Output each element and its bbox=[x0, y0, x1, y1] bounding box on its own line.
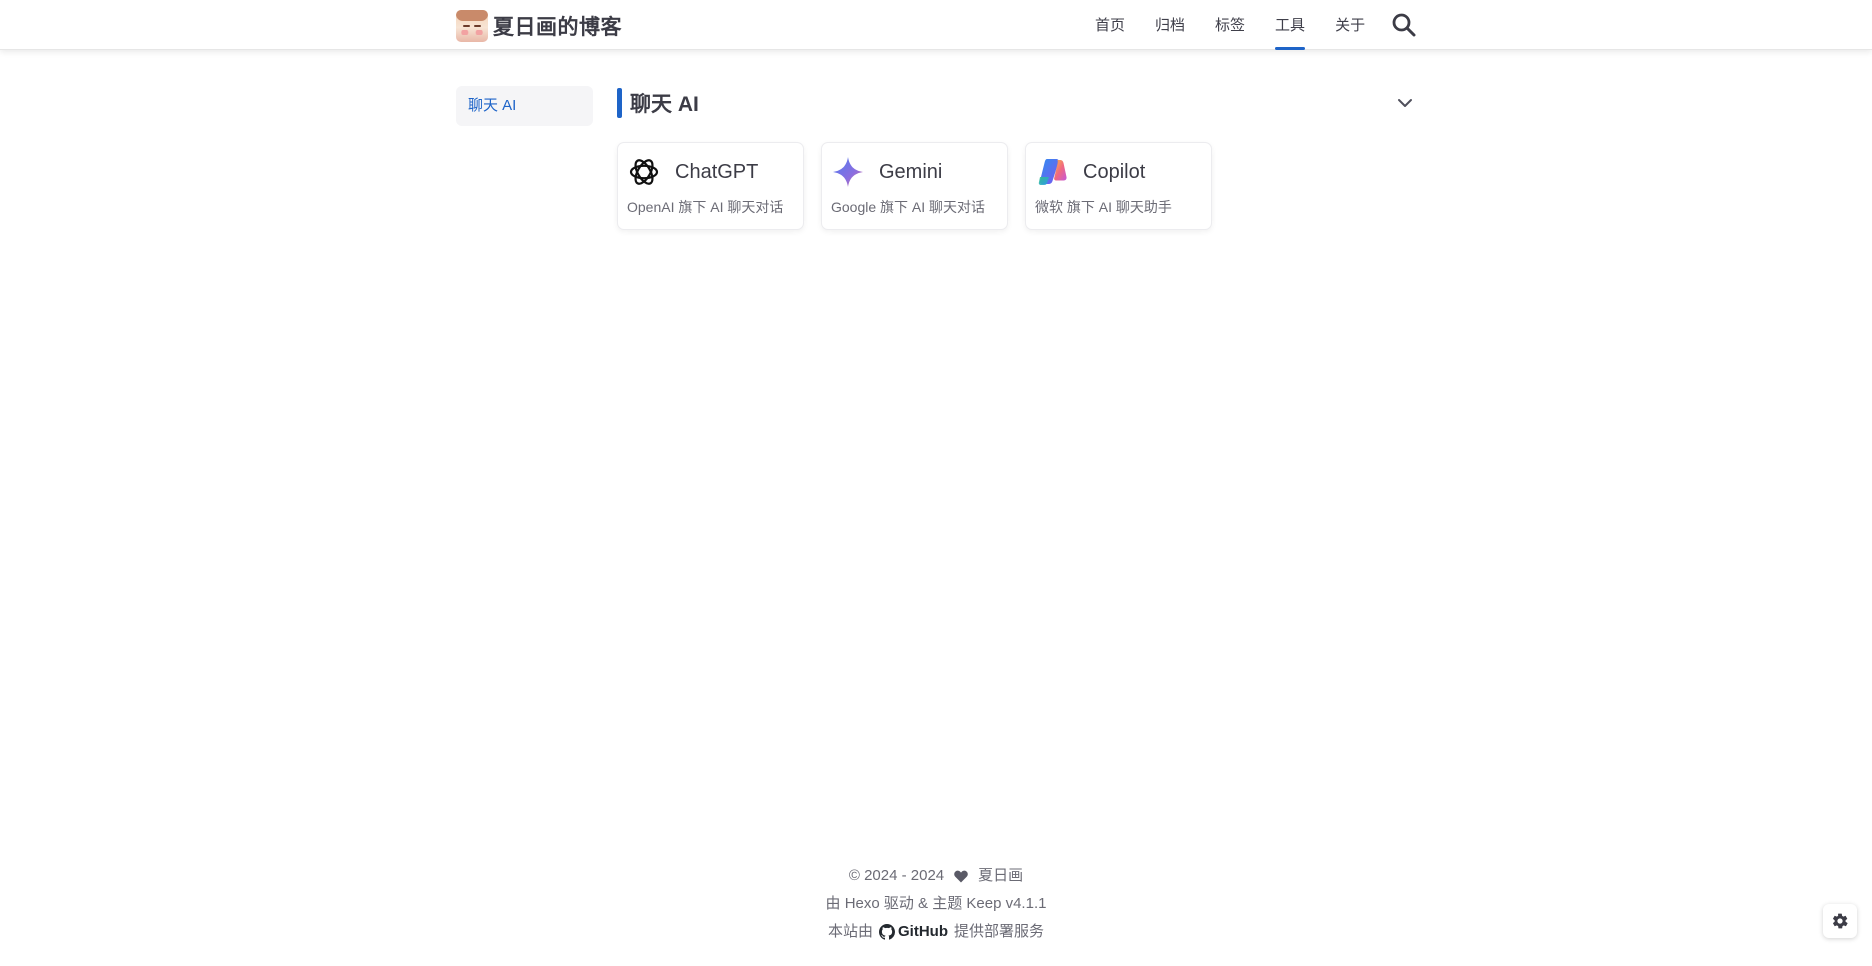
tool-card-list: ChatGPT OpenAI 旗下 AI 聊天对话 Gemini Google … bbox=[617, 142, 1229, 230]
chevron-down-icon[interactable] bbox=[1393, 91, 1417, 115]
tool-card-desc: OpenAI 旗下 AI 聊天对话 bbox=[627, 199, 784, 215]
tools-main: 聊天 AI ChatGPT OpenAI 旗下 AI 聊天对话 Gemini G… bbox=[617, 86, 1417, 230]
footer-deploy-prefix: 本站由 bbox=[827, 923, 873, 940]
footer-copyright: © 2024 - 2024 bbox=[848, 867, 945, 884]
nav-item-about[interactable]: 关于 bbox=[1320, 0, 1380, 50]
github-icon bbox=[879, 924, 895, 940]
site-brand-link[interactable]: 夏日画的博客 bbox=[456, 10, 622, 42]
category-title: 聊天 AI bbox=[630, 93, 699, 116]
category-header: 聊天 AI bbox=[617, 86, 1417, 120]
github-label: GitHub bbox=[898, 923, 948, 940]
gemini-sparkle-icon bbox=[831, 155, 865, 189]
site-title: 夏日画的博客 bbox=[493, 16, 622, 39]
nav-item-home[interactable]: 首页 bbox=[1080, 0, 1140, 50]
copilot-icon bbox=[1035, 155, 1069, 189]
footer-author[interactable]: 夏日画 bbox=[978, 862, 1023, 890]
main-nav: 首页 归档 标签 工具 关于 bbox=[1080, 0, 1380, 50]
tool-card-name: ChatGPT bbox=[675, 160, 759, 183]
nav-item-tools[interactable]: 工具 bbox=[1260, 0, 1320, 50]
openai-icon bbox=[627, 155, 661, 189]
tool-card-name: Gemini bbox=[879, 160, 943, 183]
tool-card-chatgpt[interactable]: ChatGPT OpenAI 旗下 AI 聊天对话 bbox=[617, 142, 804, 230]
category-accent-bar bbox=[617, 88, 622, 118]
gear-icon[interactable] bbox=[1823, 904, 1857, 938]
footer-deploy-suffix: 提供部署服务 bbox=[954, 923, 1045, 940]
search-icon[interactable] bbox=[1391, 12, 1417, 38]
tool-card-gemini[interactable]: Gemini Google 旗下 AI 聊天对话 bbox=[821, 142, 1008, 230]
tool-card-desc: Google 旗下 AI 聊天对话 bbox=[831, 199, 986, 215]
github-link[interactable]: GitHub bbox=[879, 918, 948, 946]
site-header: 夏日画的博客 首页 归档 标签 工具 关于 bbox=[0, 0, 1872, 50]
footer-powered-by: 由 Hexo 驱动 & 主题 Keep v4.1.1 bbox=[825, 895, 1047, 912]
heart-icon bbox=[954, 870, 968, 883]
category-sidebar: 聊天 AI bbox=[456, 86, 593, 126]
tool-card-name: Copilot bbox=[1083, 160, 1146, 183]
nav-item-archives[interactable]: 归档 bbox=[1140, 0, 1200, 50]
nav-item-tags[interactable]: 标签 bbox=[1200, 0, 1260, 50]
tool-card-copilot[interactable]: Copilot 微软 旗下 AI 聊天助手 bbox=[1025, 142, 1212, 230]
site-footer: © 2024 - 2024 夏日画 由 Hexo 驱动 & 主题 Keep v4… bbox=[0, 862, 1872, 946]
site-logo bbox=[456, 10, 488, 42]
tool-card-desc: 微软 旗下 AI 聊天助手 bbox=[1035, 199, 1172, 215]
sidebar-item-chat-ai[interactable]: 聊天 AI bbox=[456, 86, 593, 126]
